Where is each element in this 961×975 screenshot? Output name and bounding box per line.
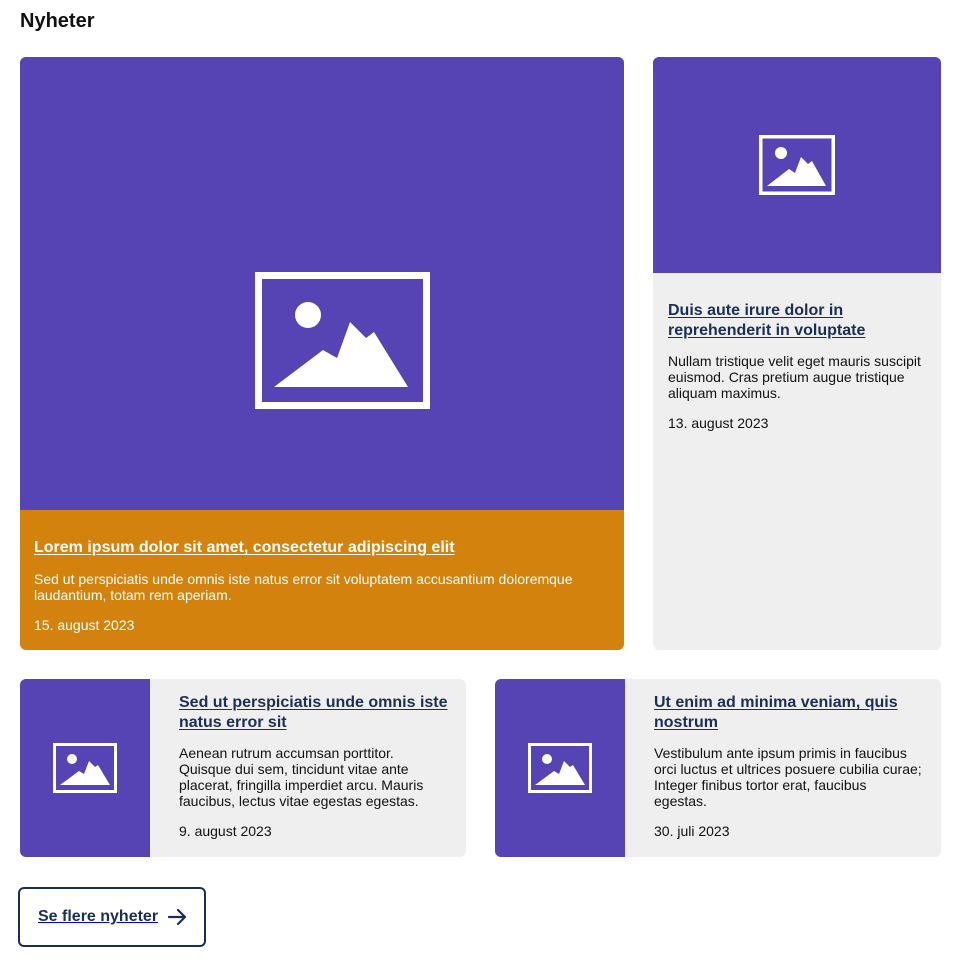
article-image[interactable] (495, 679, 625, 857)
image-placeholder-icon (528, 743, 592, 793)
article-image[interactable] (20, 57, 624, 510)
section-title: Nyheter (20, 10, 95, 32)
more-news-label: Se flere nyheter (38, 908, 159, 925)
article-date: 30. juli 2023 (654, 823, 730, 839)
article-title-link[interactable]: Ut enim ad minima veniam, quis nostrum (654, 693, 923, 733)
article-excerpt: Aenean rutrum accumsan porttitor. Quisqu… (179, 745, 424, 809)
news-card: Duis aute irure dolor in reprehenderit i… (653, 57, 941, 650)
article-excerpt: Vestibulum ante ipsum primis in faucibus… (654, 745, 922, 809)
article-excerpt: Nullam tristique velit eget mauris susci… (668, 353, 921, 401)
article-title-link[interactable]: Duis aute irure dolor in reprehenderit i… (668, 301, 926, 341)
article-image[interactable] (653, 57, 941, 273)
article-excerpt: Sed ut perspiciatis unde omnis iste natu… (34, 571, 573, 603)
article-date: 13. august 2023 (668, 415, 769, 431)
news-card-featured: Lorem ipsum dolor sit amet, consectetur … (20, 57, 624, 650)
arrow-right-icon (168, 908, 188, 926)
image-placeholder-icon (759, 135, 835, 195)
article-date: 9. august 2023 (179, 823, 272, 839)
image-placeholder-icon (53, 743, 117, 793)
news-card: Ut enim ad minima veniam, quis nostrum V… (495, 679, 941, 857)
article-date: 15. august 2023 (34, 617, 135, 633)
more-news-button[interactable]: Se flere nyheter (18, 887, 206, 947)
news-card: Sed ut perspiciatis unde omnis iste natu… (20, 679, 466, 857)
article-image[interactable] (20, 679, 150, 857)
article-title-link[interactable]: Sed ut perspiciatis unde omnis iste natu… (179, 693, 448, 733)
article-title-link[interactable]: Lorem ipsum dolor sit amet, consectetur … (34, 537, 610, 559)
image-placeholder-icon (255, 272, 430, 409)
